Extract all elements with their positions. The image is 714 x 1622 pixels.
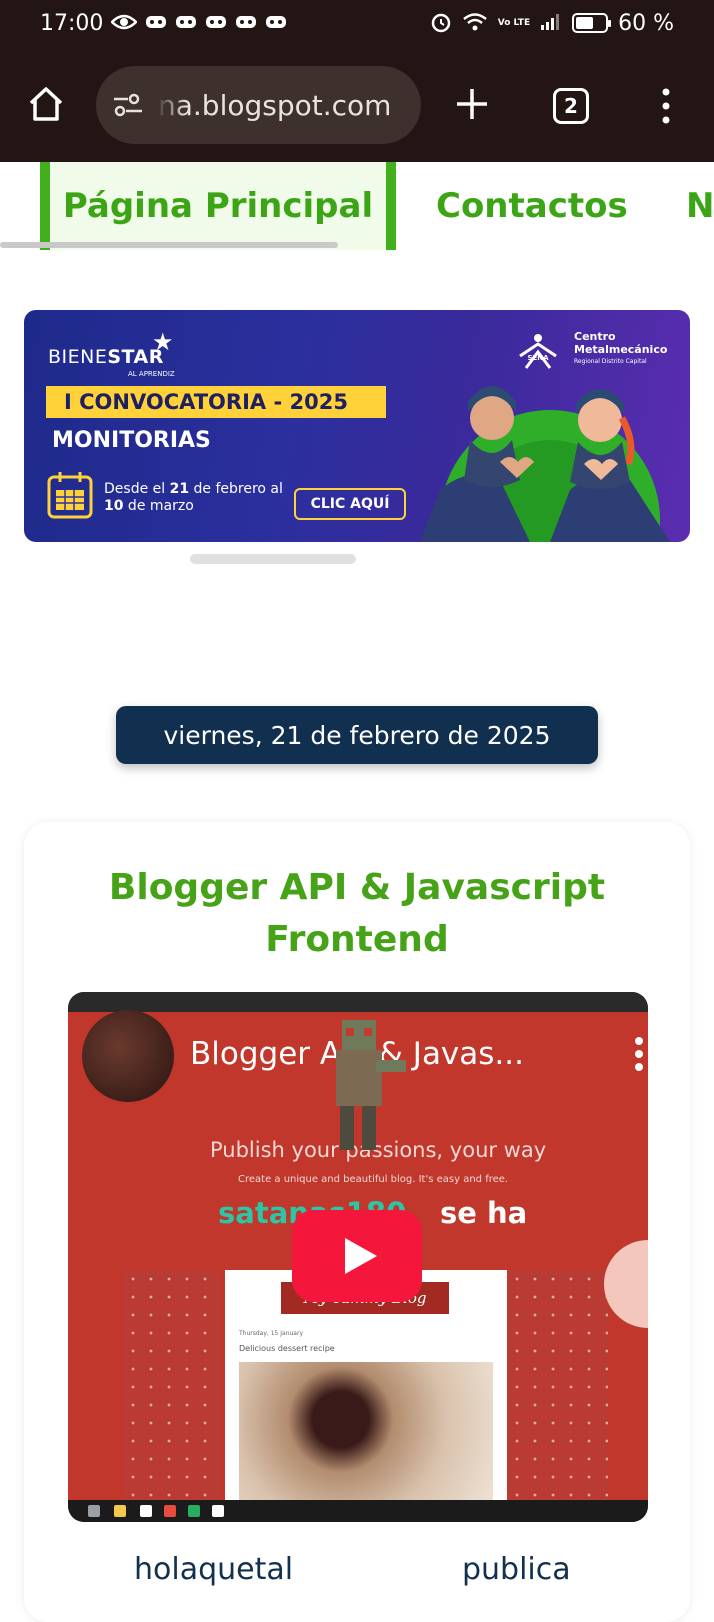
post-tag[interactable]: publica: [462, 1552, 571, 1587]
post-title[interactable]: Blogger API & Javascript Frontend: [64, 862, 650, 966]
address-bar[interactable]: na.blogspot.com: [96, 66, 421, 144]
alarm-icon: [430, 11, 452, 36]
blog-food-image: [239, 1362, 493, 1506]
banner-date-range: Desde el 21 de febrero al 10 de marzo: [104, 481, 283, 514]
browser-icon: [188, 1505, 200, 1517]
kebab-menu-icon: [662, 88, 670, 124]
cat-illustration: [604, 1240, 648, 1328]
calendar-icon: [47, 472, 93, 519]
play-icon: [345, 1238, 377, 1274]
regional-label: Regional Distrito Capital: [574, 358, 647, 365]
network-type: Vo LTE: [497, 18, 531, 28]
svg-text:SENA: SENA: [527, 354, 549, 362]
eye-icon: [110, 13, 139, 34]
signal-icon: [540, 13, 562, 34]
notification-icon: [205, 13, 227, 33]
nav-scrollbar[interactable]: [0, 242, 338, 248]
site-settings-icon[interactable]: [112, 91, 144, 119]
new-tab-button[interactable]: [452, 84, 492, 124]
plus-icon: [457, 89, 487, 119]
sena-logo: SENA: [519, 334, 557, 369]
video-pattern-left: [124, 1270, 220, 1506]
zombie-sprite: [336, 1020, 406, 1150]
video-action-text: se ha: [440, 1196, 528, 1230]
channel-avatar[interactable]: [82, 1010, 174, 1102]
battery-level: [576, 17, 594, 29]
video-pattern-right: [508, 1270, 608, 1506]
bienestar-logo: BIENESTAR: [48, 346, 164, 368]
status-bar: 17:00 Vo LTE 60 %: [0, 0, 714, 46]
url-text: na.blogspot.com: [158, 88, 392, 122]
folder-icon: [114, 1505, 126, 1517]
notification-icon: [145, 13, 167, 33]
browser-toolbar: na.blogspot.com 2: [0, 46, 714, 162]
clock: 17:00: [40, 10, 104, 36]
battery-icon: [572, 13, 612, 33]
video-browser-strip: [68, 992, 648, 1012]
post-card: Blogger API & Javascript Frontend Blogge…: [24, 822, 690, 1622]
banner-scrollbar[interactable]: [190, 554, 356, 564]
play-button[interactable]: [292, 1210, 422, 1302]
blog-post-title: Delicious dessert recipe: [239, 1344, 335, 1353]
clic-aqui-button[interactable]: CLIC AQUÍ: [294, 488, 406, 520]
convocatoria-banner[interactable]: BIENESTAR ★ AL APRENDIZ I CONVOCATORIA -…: [24, 310, 690, 542]
bienestar-subtitle: AL APRENDIZ: [128, 370, 175, 378]
notification-icon: [175, 13, 197, 33]
url-fade: [156, 66, 186, 144]
taskbar-icon: [88, 1505, 100, 1517]
star-icon: ★: [152, 328, 174, 356]
post-date: viernes, 21 de febrero de 2025: [116, 706, 598, 764]
convocatoria-label: I CONVOCATORIA - 2025: [46, 386, 386, 418]
video-menu-icon[interactable]: [634, 1036, 644, 1072]
students-photo: [420, 386, 670, 542]
nav-item-next[interactable]: N: [686, 162, 714, 250]
notification-icon: [235, 13, 257, 33]
nav-item-pagina-principal[interactable]: Página Principal: [40, 162, 396, 250]
home-icon: [29, 87, 63, 121]
nav-item-contactos[interactable]: Contactos: [436, 162, 628, 250]
blog-date: Thursday, 15 January: [239, 1330, 304, 1337]
site-nav: Página Principal Contactos N: [0, 162, 714, 250]
document-icon: [212, 1505, 224, 1517]
home-button[interactable]: [26, 84, 66, 124]
video-taskbar: [68, 1500, 648, 1522]
tab-switcher-button[interactable]: 2: [553, 88, 589, 124]
battery-percent: 60 %: [618, 10, 674, 36]
notification-icon: [265, 13, 287, 33]
monitorias-label: MONITORIAS: [52, 428, 211, 453]
browser-menu-button[interactable]: [656, 86, 676, 126]
centro-label: Centro Metalmecánico: [574, 330, 668, 356]
video-embed[interactable]: Blogger API & Javas... Publish your pass…: [68, 992, 648, 1522]
post-tag[interactable]: holaquetal: [134, 1552, 293, 1587]
store-icon: [140, 1505, 152, 1517]
video-blog-page: My Yummy Blog Thursday, 15 January Delic…: [225, 1270, 507, 1506]
wifi-icon: [462, 12, 488, 35]
app-icon: [164, 1505, 176, 1517]
